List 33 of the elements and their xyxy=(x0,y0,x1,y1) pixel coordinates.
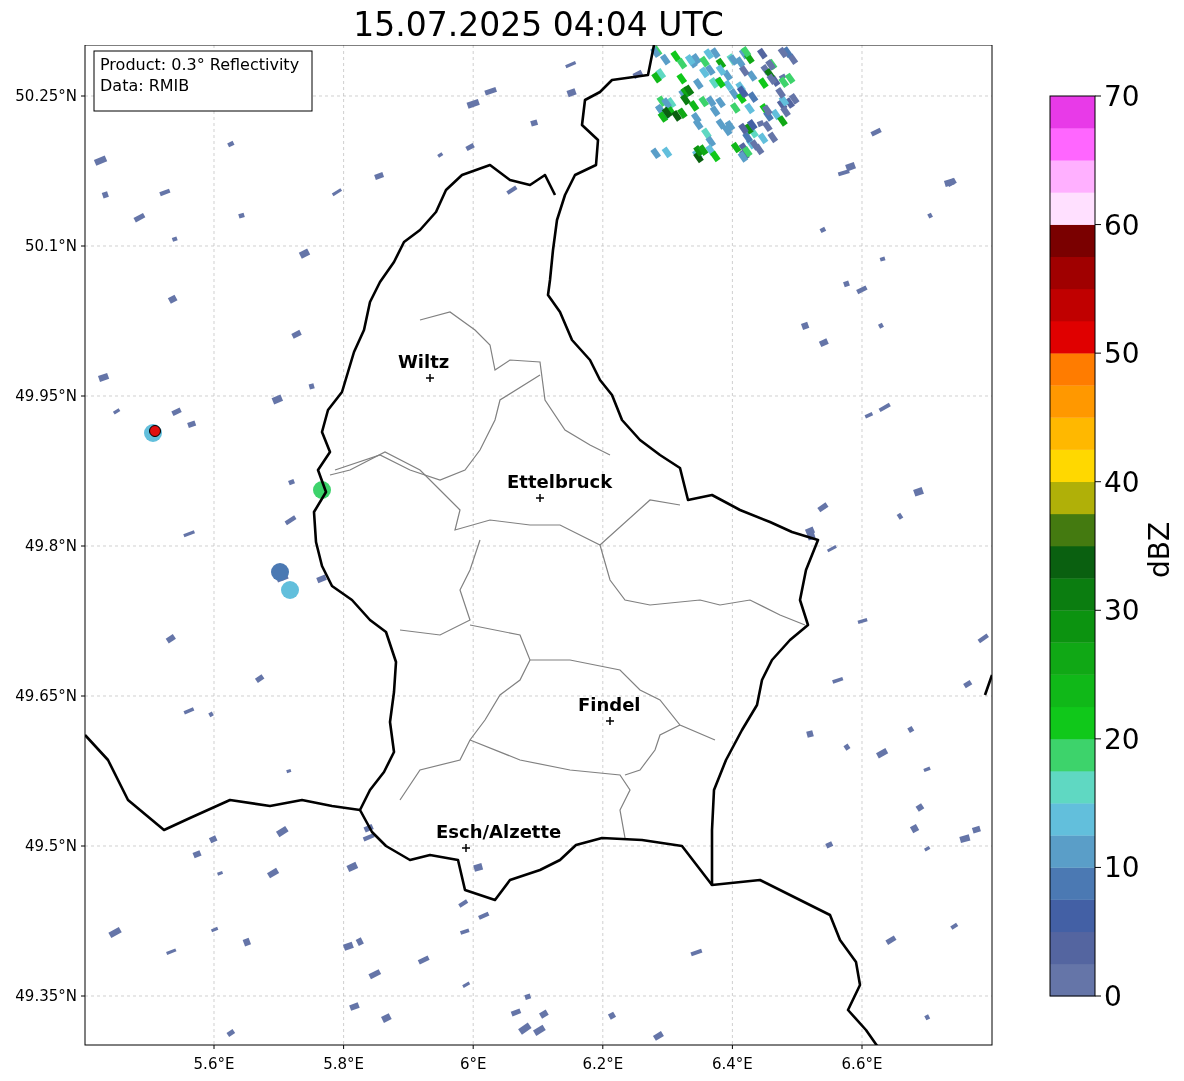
colorbar-tick-label: 30 xyxy=(1104,594,1140,628)
info-text: Data: RMIB xyxy=(100,76,190,95)
longitude-label: 6.6°E xyxy=(841,1055,883,1073)
latitude-label: 49.8°N xyxy=(24,537,77,555)
city-marker-icon xyxy=(461,843,471,853)
latitude-label: 49.5°N xyxy=(24,837,77,855)
city-label: Esch/Alzette xyxy=(436,821,562,842)
longitude-label: 5.8°E xyxy=(323,1055,364,1073)
colorbar-label: dBZ xyxy=(1143,521,1176,579)
colorbar-tick-label: 20 xyxy=(1104,722,1140,756)
colorbar-tick-label: 40 xyxy=(1104,465,1140,499)
city-label: Wiltz xyxy=(398,351,450,372)
colorbar-tick-label: 70 xyxy=(1104,80,1140,113)
colorbar-tick-label: 0 xyxy=(1104,980,1122,1013)
longitude-label: 6.2°E xyxy=(582,1055,624,1073)
longitude-label: 5.6°E xyxy=(193,1055,235,1073)
colorbar-tick-label: 10 xyxy=(1104,851,1140,885)
info-text: Product: 0.3° Reflectivity xyxy=(100,55,300,74)
city-label: Findel xyxy=(578,694,641,715)
latitude-label: 49.95°N xyxy=(15,387,77,405)
city-marker-icon xyxy=(535,493,545,503)
longitude-label: 6.4°E xyxy=(712,1055,753,1073)
colorbar-tick-label: 50 xyxy=(1104,337,1140,371)
latitude-label: 49.35°N xyxy=(15,987,77,1005)
colorbar-tick-label: 60 xyxy=(1104,208,1140,242)
chart-title: 15.07.2025 04:04 UTC xyxy=(352,4,725,45)
longitude-label: 6°E xyxy=(459,1055,487,1073)
latitude-label: 49.65°N xyxy=(15,687,77,705)
city-marker-icon xyxy=(425,373,435,383)
latitude-label: 50.1°N xyxy=(24,237,77,255)
latitude-label: 50.25°N xyxy=(15,87,77,105)
city-label: Ettelbruck xyxy=(507,471,613,492)
city-marker-icon xyxy=(605,716,615,726)
